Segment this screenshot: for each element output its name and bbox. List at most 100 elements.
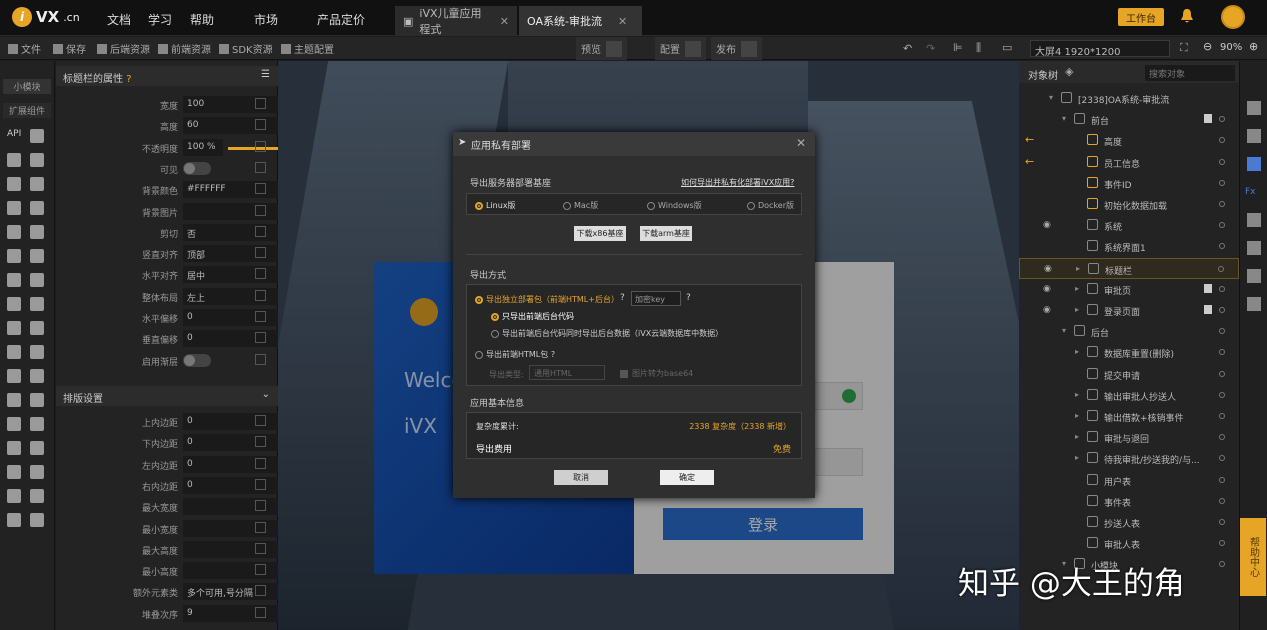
- layout-icon[interactable]: [30, 201, 44, 215]
- tree-item[interactable]: 事件ID: [1019, 173, 1239, 194]
- help-center-button[interactable]: 帮助中心: [1240, 518, 1266, 596]
- bind-icon[interactable]: [255, 311, 266, 322]
- bind-icon[interactable]: [255, 140, 266, 152]
- how-to-link[interactable]: 如何导出并私有化部署iVX应用?: [681, 177, 794, 188]
- bind-icon[interactable]: [255, 521, 266, 533]
- edit-icon[interactable]: [7, 249, 21, 263]
- tree-item[interactable]: ▸ 登录页面 ◉: [1019, 300, 1239, 321]
- help-icon[interactable]: ?: [620, 293, 625, 303]
- layers-icon[interactable]: ◈: [1065, 65, 1073, 78]
- divider-icon[interactable]: [30, 393, 44, 407]
- code-icon[interactable]: [30, 321, 44, 335]
- status-dot-icon[interactable]: [1219, 434, 1225, 441]
- expand-arrow-icon[interactable]: ▸: [1075, 432, 1079, 441]
- if-icon[interactable]: [30, 441, 44, 455]
- expand-arrow-icon[interactable]: ▸: [1075, 453, 1079, 462]
- monitor-icon[interactable]: ▭: [1002, 41, 1012, 54]
- eye-icon[interactable]: ◉: [1044, 264, 1052, 274]
- status-dot-icon[interactable]: [1219, 222, 1225, 229]
- redo-icon[interactable]: ↷: [926, 42, 935, 55]
- radio-with-data[interactable]: 导出前端后台代码同时导出后台数据（iVX云端数据库中数据）: [491, 328, 723, 339]
- object-search-input[interactable]: 搜索对象: [1145, 65, 1235, 81]
- tree-item[interactable]: ▾ 后台: [1019, 321, 1239, 342]
- layout-header[interactable]: 排版设置 ⌄: [56, 386, 278, 406]
- nav-pricing[interactable]: 产品定价: [317, 11, 365, 28]
- status-dot-icon[interactable]: [1219, 519, 1225, 525]
- theme-config[interactable]: 主题配置: [281, 41, 334, 56]
- bind-icon[interactable]: [255, 204, 266, 216]
- text-icon[interactable]: [7, 225, 21, 239]
- tree-item[interactable]: 系统 ◉: [1019, 215, 1239, 236]
- expand-arrow-icon[interactable]: ▾: [1049, 93, 1053, 102]
- file-menu[interactable]: 文件: [8, 41, 41, 56]
- bind-icon[interactable]: [255, 161, 266, 173]
- bind-icon[interactable]: [255, 268, 266, 280]
- bind-icon[interactable]: [255, 585, 266, 597]
- status-dot-icon[interactable]: [1219, 179, 1225, 186]
- bind-icon[interactable]: [255, 183, 266, 195]
- distribute-icon[interactable]: ⫼: [976, 41, 981, 55]
- nav-learn[interactable]: 学习: [148, 11, 172, 28]
- tree-item[interactable]: 初始化数据加载: [1019, 194, 1239, 215]
- translate-icon[interactable]: [30, 225, 44, 239]
- toggle-switch[interactable]: [183, 353, 211, 367]
- expand-arrow-icon[interactable]: ▸: [1075, 390, 1079, 399]
- encrypt-key-input[interactable]: 加密key: [631, 291, 681, 306]
- radio-windows[interactable]: Windows版: [647, 200, 702, 211]
- status-dot-icon[interactable]: [1219, 455, 1225, 462]
- tree-item[interactable]: ▸ 标题栏 ◉: [1019, 257, 1239, 279]
- status-dot-icon[interactable]: [1219, 137, 1225, 144]
- export-icon[interactable]: [30, 489, 44, 503]
- grid-icon[interactable]: [30, 513, 44, 527]
- backend-resources[interactable]: 后端资源: [97, 41, 150, 56]
- keyboard-icon[interactable]: [7, 417, 21, 431]
- tree-item[interactable]: ▾ [2338]OA系统-审批流: [1019, 88, 1239, 109]
- music-icon[interactable]: [7, 273, 21, 287]
- download-x86-button[interactable]: 下载x86基座: [574, 226, 626, 241]
- bind-icon[interactable]: [255, 225, 266, 237]
- eye-icon[interactable]: ◉: [1043, 284, 1051, 294]
- bind-icon[interactable]: [255, 98, 266, 109]
- bell-icon[interactable]: [1180, 8, 1194, 24]
- grid-icon[interactable]: [1247, 297, 1261, 311]
- event-icon[interactable]: [1247, 157, 1261, 171]
- help-icon[interactable]: ?: [126, 74, 131, 85]
- tree-item[interactable]: ▸ 数据库重置(删除): [1019, 342, 1239, 363]
- cloud-icon[interactable]: [30, 129, 44, 143]
- plus-minus-icon[interactable]: [30, 369, 44, 383]
- resolution-select[interactable]: 大屏4 1920*1200: [1030, 40, 1170, 58]
- help-icon[interactable]: ?: [686, 293, 691, 303]
- menu-icon[interactable]: ☰: [261, 69, 270, 80]
- bind-icon[interactable]: [255, 500, 266, 512]
- expand-arrow-icon[interactable]: ▾: [1062, 114, 1066, 123]
- status-dot-icon[interactable]: [1219, 243, 1225, 250]
- bind-icon[interactable]: [255, 119, 266, 131]
- status-dot-icon[interactable]: [1219, 307, 1225, 313]
- expand-arrow-icon[interactable]: ▸: [1076, 264, 1080, 273]
- image-icon[interactable]: [7, 201, 21, 215]
- bind-icon[interactable]: [255, 478, 266, 490]
- prop-input[interactable]: #FFFFFF: [183, 181, 281, 199]
- function-icon[interactable]: Fx: [1245, 187, 1256, 197]
- toggle-switch[interactable]: [183, 161, 211, 175]
- tree-item[interactable]: ▸ 待我审批/抄送我的/与...: [1019, 448, 1239, 469]
- cancel-button[interactable]: 取消: [554, 470, 608, 485]
- radio-frontend-only[interactable]: 只导出前端后台代码: [491, 311, 574, 322]
- status-dot-icon[interactable]: [1219, 158, 1225, 165]
- tree-item[interactable]: ▾ 前台: [1019, 109, 1239, 130]
- table-icon[interactable]: [30, 177, 44, 191]
- zoom-out-icon[interactable]: ⊖: [1203, 40, 1212, 53]
- bullet-icon[interactable]: [7, 297, 21, 311]
- info-icon[interactable]: [1247, 101, 1261, 115]
- close-icon[interactable]: [30, 465, 44, 479]
- bind-icon[interactable]: [255, 457, 266, 469]
- small-modules-tab[interactable]: 小模块: [3, 79, 51, 94]
- nav-help[interactable]: 帮助: [190, 11, 214, 28]
- eye-icon[interactable]: ◉: [1043, 220, 1051, 230]
- avatar[interactable]: [1221, 5, 1245, 29]
- align-icon[interactable]: ⊫: [953, 41, 963, 54]
- bind-icon[interactable]: [255, 542, 266, 554]
- nav-docs[interactable]: 文档: [107, 11, 131, 28]
- excel-icon[interactable]: [7, 345, 21, 359]
- help-icon[interactable]: ?: [551, 350, 555, 359]
